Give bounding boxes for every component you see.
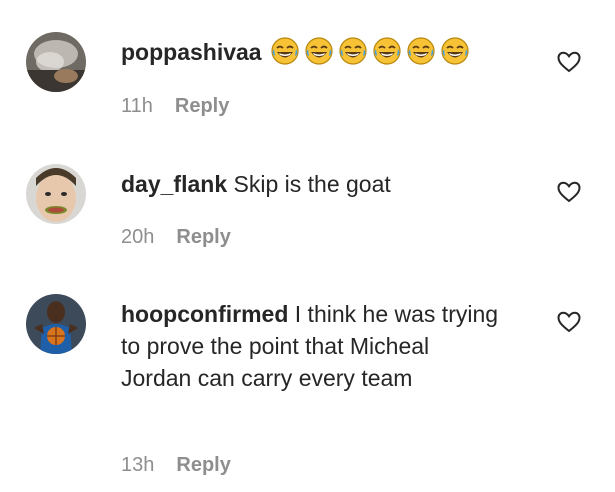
comment-item: poppashivaa 11h Reply: [0, 0, 615, 140]
comment-body: poppashivaa: [121, 36, 541, 68]
comment-body: hoopconfirmed I think he was trying to p…: [121, 298, 501, 394]
avatar[interactable]: [26, 32, 86, 92]
timestamp: 20h: [121, 226, 155, 248]
heart-outline-icon[interactable]: [556, 310, 582, 334]
username[interactable]: hoopconfirmed: [121, 301, 288, 327]
comment-meta: 13h Reply: [121, 454, 231, 477]
face-with-tears-of-joy-icon: [305, 37, 333, 65]
heart-outline-icon[interactable]: [556, 50, 582, 74]
comment-item: hoopconfirmed I think he was trying to p…: [0, 270, 615, 492]
reply-button[interactable]: Reply: [176, 226, 230, 249]
timestamp: 13h: [121, 454, 155, 476]
avatar[interactable]: [26, 294, 86, 354]
comment-text: Skip is the goat: [233, 171, 391, 197]
face-with-tears-of-joy-icon: [271, 37, 299, 65]
username[interactable]: day_flank: [121, 171, 227, 197]
comment-meta: 20h Reply: [121, 226, 231, 249]
heart-outline-icon[interactable]: [556, 180, 582, 204]
face-with-tears-of-joy-icon: [339, 37, 367, 65]
face-with-tears-of-joy-icon: [407, 37, 435, 65]
avatar[interactable]: [26, 164, 86, 224]
face-with-tears-of-joy-icon: [373, 37, 401, 65]
reply-button[interactable]: Reply: [176, 454, 230, 477]
face-with-tears-of-joy-icon: [441, 37, 469, 65]
comment-body: day_flank Skip is the goat: [121, 168, 541, 200]
reply-button[interactable]: Reply: [175, 95, 229, 118]
timestamp: 11h: [121, 95, 153, 117]
comment-meta: 11h Reply: [121, 95, 229, 118]
emoji-group: [270, 36, 470, 66]
username[interactable]: poppashivaa: [121, 39, 262, 65]
comment-item: day_flank Skip is the goat 20h Reply: [0, 140, 615, 270]
